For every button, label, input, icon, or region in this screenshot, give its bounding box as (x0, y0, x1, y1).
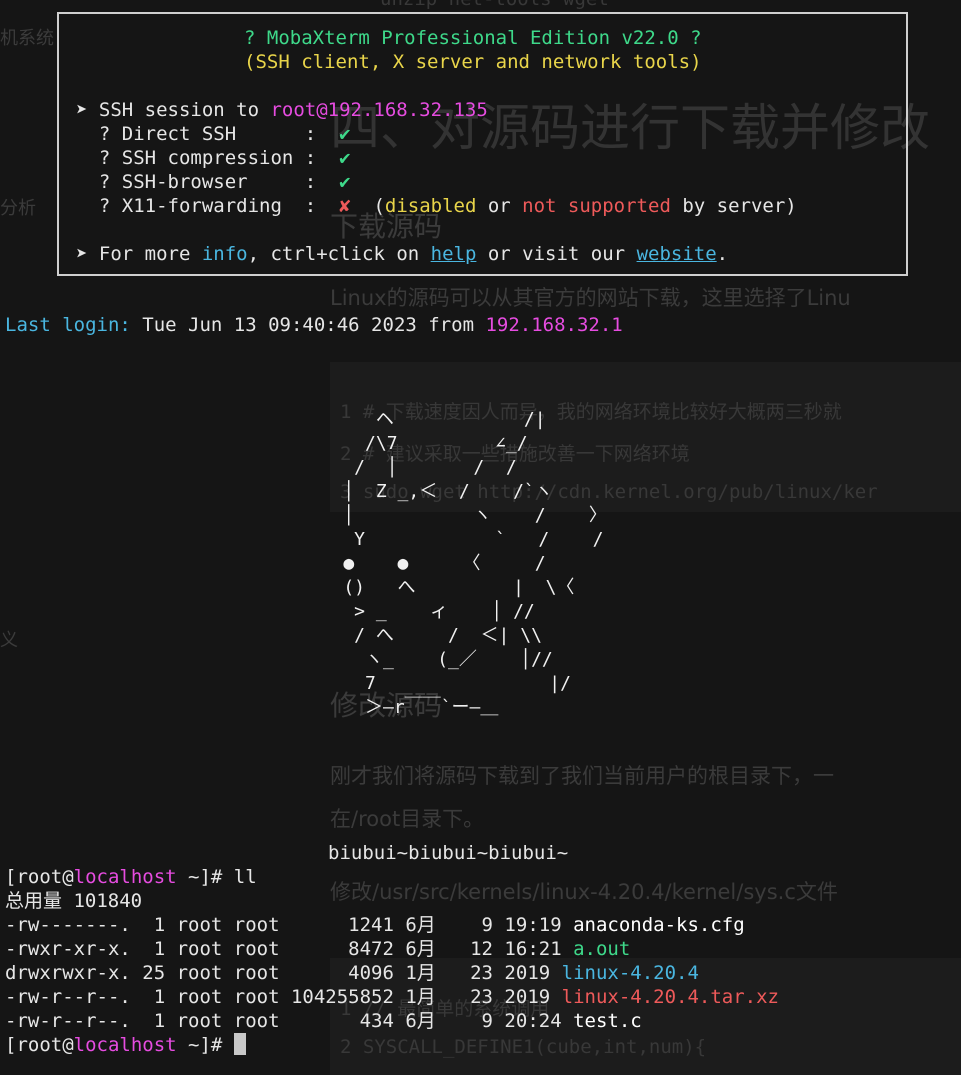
banner-title: ? MobaXterm Professional Edition v22.0 ? (244, 27, 702, 49)
file-row: -rwxr-xr-x. 1 root root 8472 6月 12 16:21… (5, 938, 631, 960)
file-row: -rw-r--r--. 1 root root 434 6月 9 20:24 t… (5, 1010, 642, 1032)
website-link[interactable]: website (637, 243, 717, 265)
banner-row-ssh-compression: ? SSH compression : ✔ (76, 147, 351, 169)
terminal-output[interactable]: ? MobaXterm Professional Edition v22.0 ?… (0, 0, 961, 1075)
banner-subtitle: (SSH client, X server and network tools) (244, 51, 702, 73)
banner-row-ssh-browser: ? SSH-browser : ✔ (76, 171, 351, 193)
check-icon: ✔ (339, 147, 351, 169)
prompt-line-current[interactable]: [root@localhost ~]# (5, 1033, 246, 1057)
file-row: -rw-r--r--. 1 root root 104255852 1月 23 … (5, 986, 779, 1008)
mobaxterm-welcome-banner: ? MobaXterm Professional Edition v22.0 ?… (57, 12, 908, 276)
command-text: ll (233, 866, 257, 888)
prompt-host: localhost (73, 866, 177, 888)
help-link[interactable]: help (431, 243, 477, 265)
check-icon: ✔ (339, 123, 351, 145)
file-name: anaconda-ks.cfg (573, 914, 745, 936)
ascii-art-pikachu: ヘ /| /\7 ∠_/ / │ / / │ Z _,＜ / /`ヽ │ ヽ /… (343, 409, 607, 718)
ascii-caption: biubui~biubui~biubui~ (328, 842, 569, 864)
total-line: 总用量 101840 (5, 890, 143, 912)
prompt-host: localhost (73, 1034, 177, 1056)
last-login-ip: 192.168.32.1 (485, 314, 623, 336)
file-row: -rw-------. 1 root root 1241 6月 9 19:19 … (5, 914, 745, 936)
last-login-line: Last login: Tue Jun 13 09:40:46 2023 fro… (5, 314, 623, 336)
file-name: a.out (573, 938, 631, 960)
terminal-cursor (233, 1033, 246, 1055)
file-name: linux-4.20.4.tar.xz (561, 986, 779, 1008)
info-link[interactable]: info (202, 243, 248, 265)
banner-more-info-line: ➤ For more info, ctrl+click on help or v… (76, 243, 729, 265)
file-name: test.c (573, 1010, 642, 1032)
banner-row-direct-ssh: ? Direct SSH : ✔ (76, 123, 351, 145)
prompt-line: [root@localhost ~]# ll (5, 866, 257, 888)
session-target: root@192.168.32.135 (270, 99, 488, 121)
banner-session-line: ➤ SSH session to root@192.168.32.135 (76, 99, 488, 121)
file-row: drwxrwxr-x. 25 root root 4096 1月 23 2019… (5, 962, 699, 984)
banner-row-x11-forwarding: ? X11-forwarding : ✘ (disabled or not su… (76, 195, 797, 217)
file-name: linux-4.20.4 (561, 962, 699, 984)
check-icon: ✔ (339, 171, 351, 193)
cross-icon: ✘ (339, 195, 351, 217)
